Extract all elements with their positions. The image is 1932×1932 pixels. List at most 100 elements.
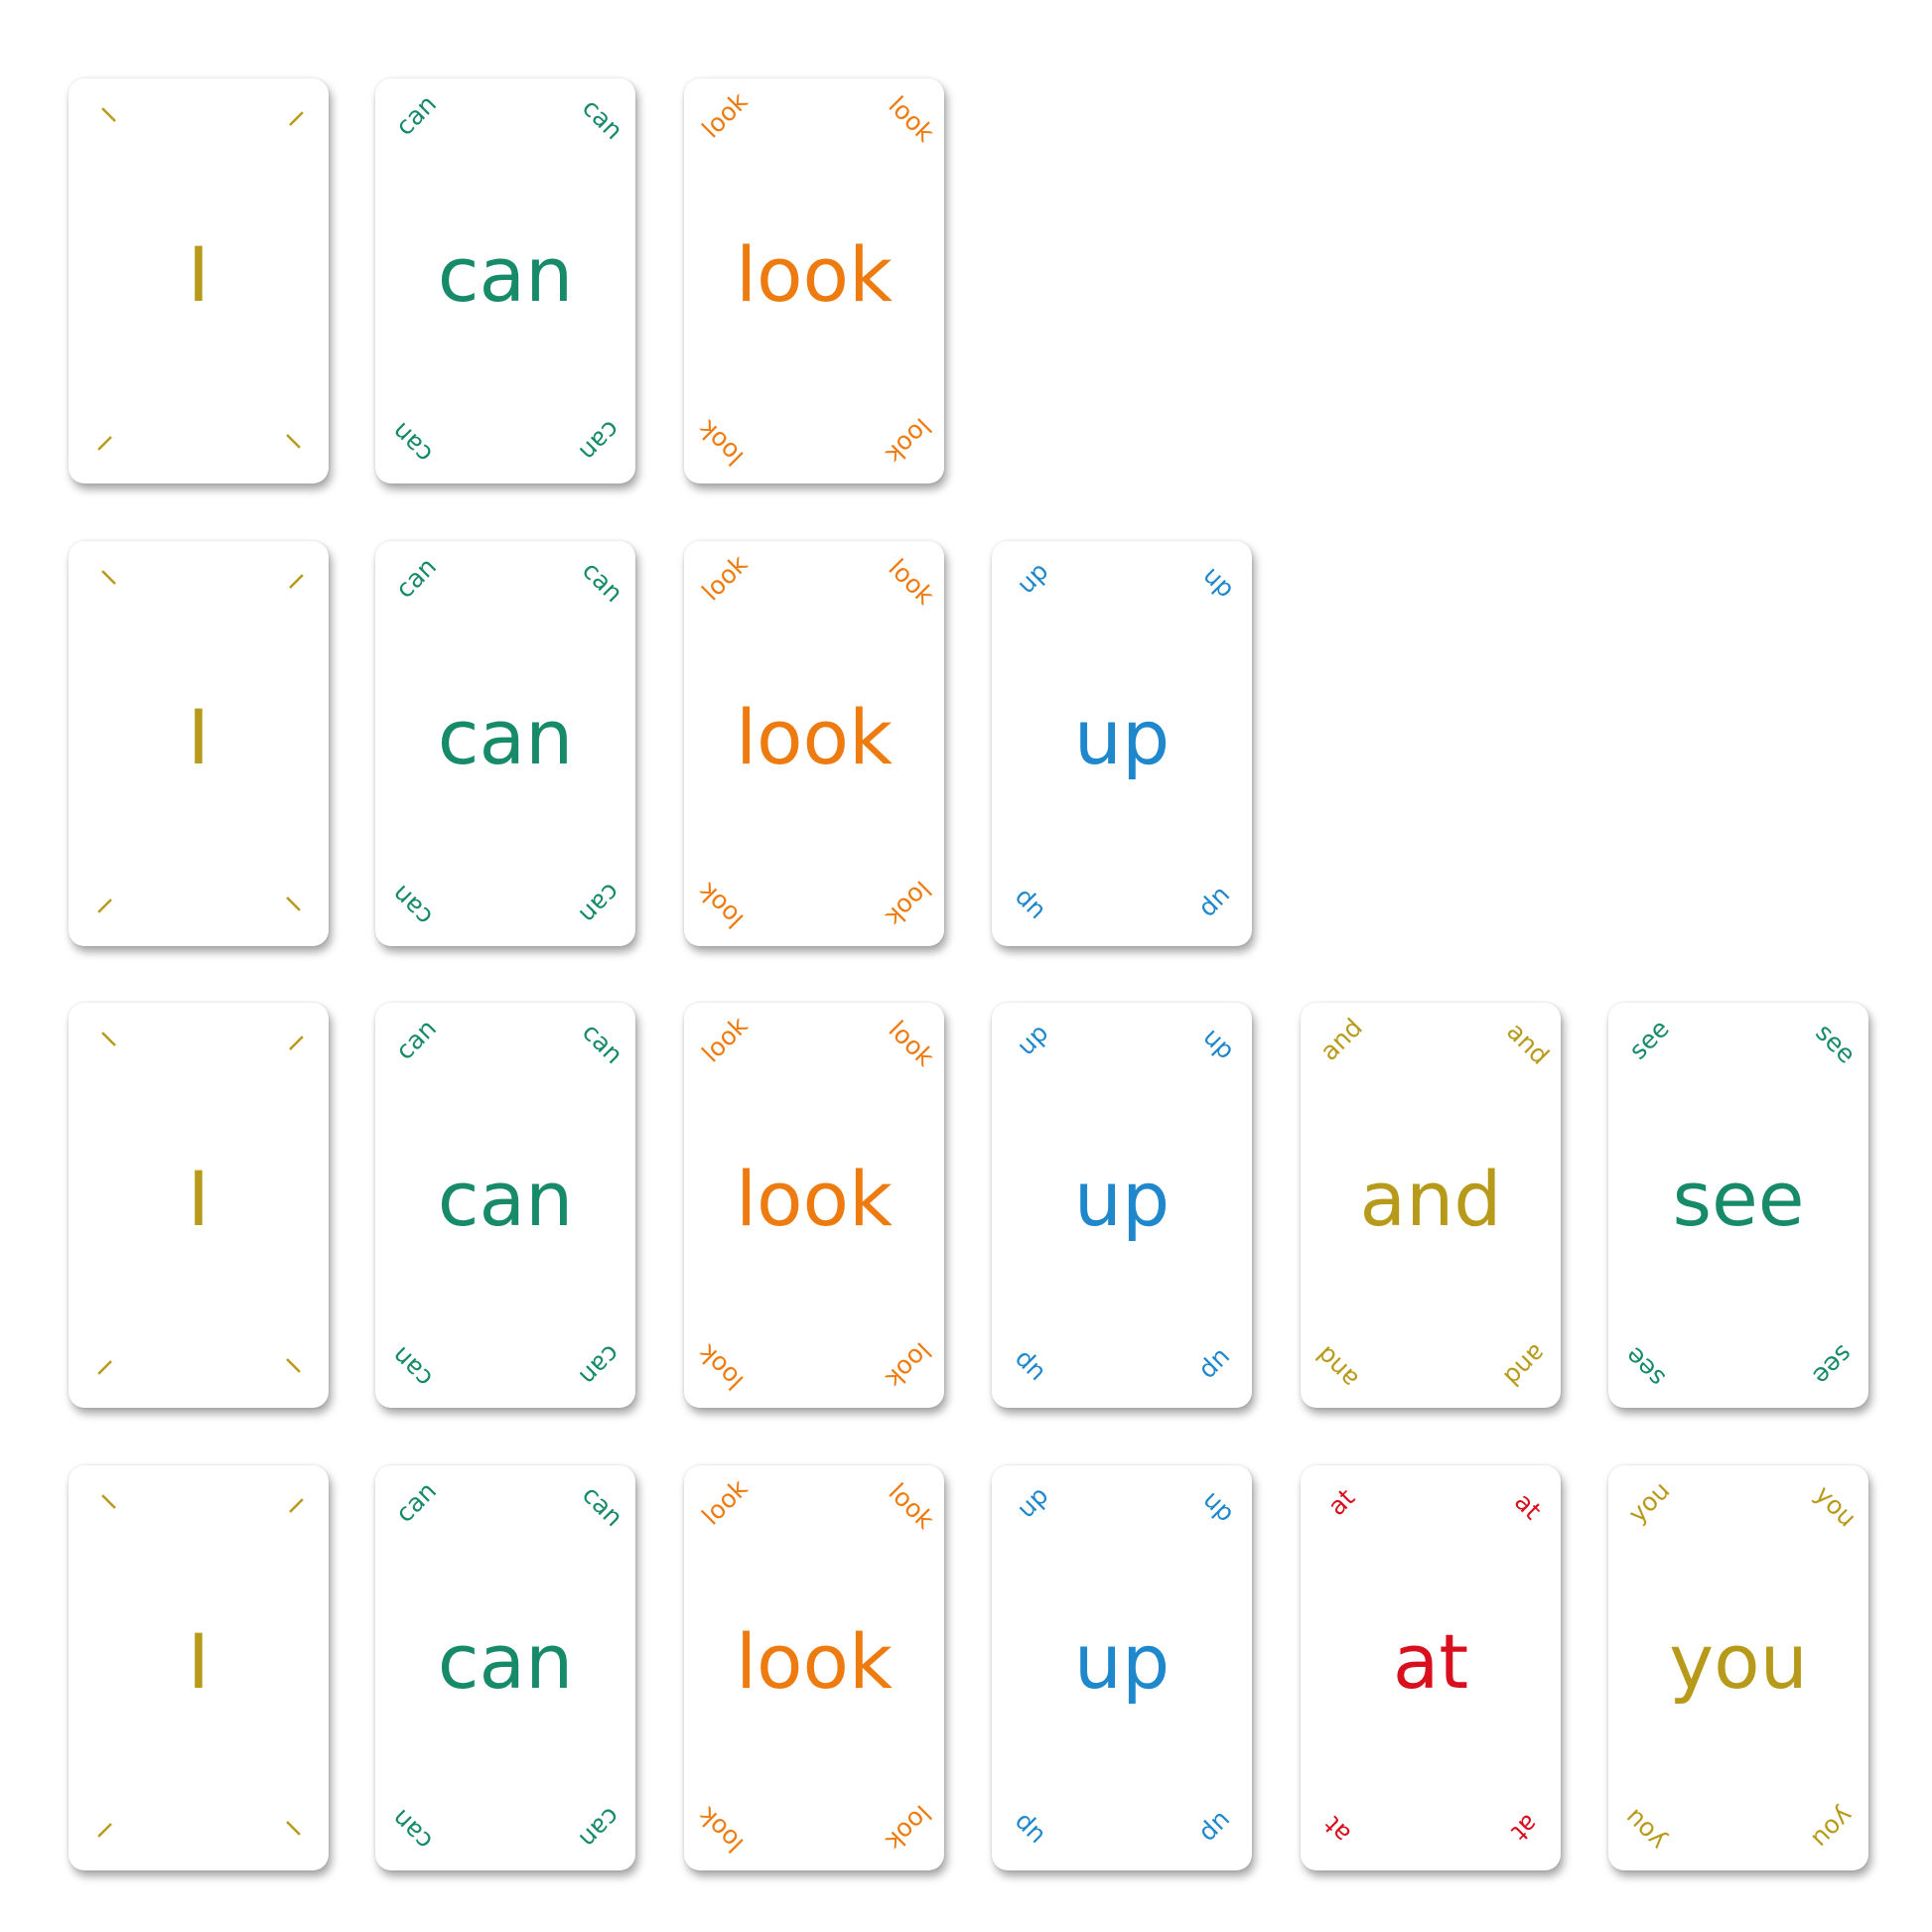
word-card-and[interactable]: and and and and and [1301,1003,1561,1408]
word-card-look[interactable]: look look look look look [684,541,944,946]
word-card-up[interactable]: up up up up up [992,1003,1252,1408]
corner-label-br: look [880,875,937,932]
corner-label-tr: I [283,1031,309,1056]
corner-label-br: I [280,891,306,916]
corner-label-tl: can [389,1013,443,1066]
corner-label-bl: I [92,893,118,918]
card-word: look [735,1154,894,1243]
word-card-i[interactable]: I I I I I [69,78,329,483]
corner-label-bl: see [1619,1341,1671,1393]
corner-label-tl: can [389,1475,443,1529]
corner-label-tr: look [883,1015,940,1072]
corner-label-br: and [1498,1338,1552,1392]
word-card-look[interactable]: look look look look look [684,1465,944,1870]
card-word: see [1672,1154,1805,1243]
word-card-at[interactable]: at at at at at [1301,1465,1561,1870]
card-word: you [1669,1616,1808,1706]
corner-label-bl: look [692,1801,750,1859]
card-word: can [437,692,574,781]
corner-label-tl: look [696,1473,754,1531]
corner-label-tl: up [1011,1480,1054,1524]
corner-label-tl: can [389,551,443,605]
corner-label-tr: look [883,553,940,611]
corner-label-tr: at [1508,1486,1548,1526]
corner-label-br: up [1194,1806,1238,1850]
corner-label-tr: up [1197,1484,1241,1528]
corner-label-bl: can [385,1803,439,1857]
word-card-look[interactable]: look look look look look [684,1003,944,1408]
corner-label-tr: can [576,1017,629,1070]
corner-label-br: up [1194,882,1238,925]
corner-label-tl: you [1622,1475,1676,1529]
card-word: can [437,229,574,319]
card-word: look [735,692,894,781]
card-word: I [187,692,210,781]
corner-label-bl: can [385,879,439,932]
card-word: up [1073,1616,1171,1706]
card-word: up [1073,1154,1171,1243]
corner-label-tl: can [389,88,443,142]
card-word: can [437,1616,574,1706]
corner-label-tl: I [96,565,122,591]
corner-label-br: I [280,1352,306,1378]
card-word: I [187,1616,210,1706]
corner-label-br: look [880,412,937,470]
word-card-you[interactable]: you you you you you [1608,1465,1868,1870]
card-word: can [437,1154,574,1243]
corner-label-br: can [573,877,626,930]
word-card-can[interactable]: can can can can can [375,1465,635,1870]
corner-label-tl: look [696,86,754,144]
card-word: I [187,229,210,319]
corner-label-tr: can [576,92,629,146]
corner-label-bl: and [1311,1340,1364,1394]
corner-label-tl: look [696,1011,754,1068]
corner-label-br: I [280,1815,306,1841]
corner-label-bl: I [92,1817,118,1843]
corner-label-tl: up [1011,1018,1054,1061]
corner-label-bl: up [1007,884,1050,927]
corner-label-tr: can [576,1479,629,1533]
corner-label-br: up [1194,1343,1238,1387]
corner-label-tr: up [1197,1022,1241,1065]
corner-label-tr: can [576,555,629,609]
corner-label-bl: can [385,416,439,470]
corner-label-bl: you [1618,1803,1672,1857]
corner-label-tr: see [1810,1018,1862,1069]
card-word: up [1073,692,1171,781]
corner-label-tl: look [696,549,754,607]
word-card-can[interactable]: can can can can can [375,78,635,483]
corner-label-tl: see [1623,1014,1675,1065]
corner-label-tl: at [1321,1482,1361,1522]
corner-label-bl: can [385,1340,439,1394]
word-card-see[interactable]: see see see see see [1608,1003,1868,1408]
word-card-look[interactable]: look look look look look [684,78,944,483]
corner-label-bl: look [692,877,750,934]
corner-label-tl: and [1314,1013,1368,1066]
corner-label-tl: up [1011,556,1054,600]
corner-label-bl: I [92,1354,118,1380]
corner-label-tr: and [1501,1017,1555,1070]
word-card-i[interactable]: I I I I I [69,1465,329,1870]
corner-label-bl: look [692,1338,750,1396]
corner-label-br: you [1806,1801,1860,1855]
corner-label-br: can [573,414,626,468]
corner-label-br: look [880,1336,937,1394]
corner-label-tr: look [883,1477,940,1535]
corner-label-bl: at [1317,1810,1357,1850]
corner-label-bl: look [692,414,750,472]
word-card-i[interactable]: I I I I I [69,541,329,946]
corner-label-br: look [880,1799,937,1857]
word-card-can[interactable]: can can can can can [375,541,635,946]
card-word: at [1392,1616,1469,1706]
word-card-up[interactable]: up up up up up [992,1465,1252,1870]
corner-label-tr: up [1197,560,1241,604]
corner-label-bl: I [92,430,118,456]
card-word: look [735,229,894,319]
corner-label-br: can [573,1801,626,1855]
word-card-can[interactable]: can can can can can [375,1003,635,1408]
card-word: I [187,1154,210,1243]
word-card-up[interactable]: up up up up up [992,541,1252,946]
word-card-i[interactable]: I I I I I [69,1003,329,1408]
corner-label-tr: look [883,90,940,148]
corner-label-tl: I [96,102,122,128]
